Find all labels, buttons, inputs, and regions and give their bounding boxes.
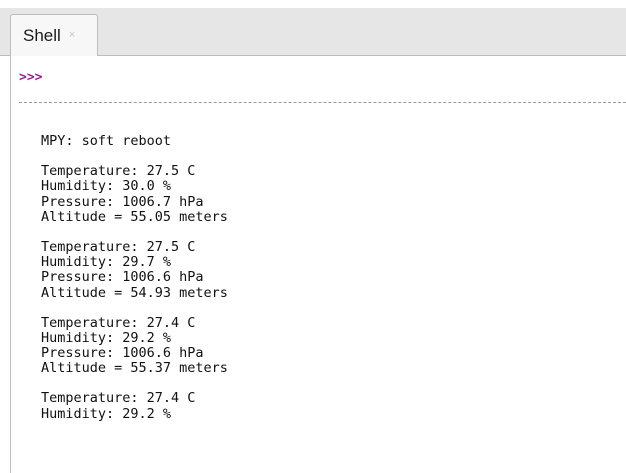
humidity-line: Humidity: 30.0 % xyxy=(41,178,172,195)
window-top-strip xyxy=(0,0,626,8)
altitude-line: Altitude = 55.37 meters xyxy=(41,360,228,377)
temperature-line: Temperature: 27.4 C xyxy=(41,314,196,331)
temperature-line: Temperature: 27.5 C xyxy=(41,163,196,180)
close-icon[interactable]: × xyxy=(69,30,75,41)
altitude-line: Altitude = 54.93 meters xyxy=(41,284,228,301)
prompt-separator xyxy=(19,102,626,103)
tab-shell[interactable]: Shell × xyxy=(10,14,98,56)
reading-block: Temperature: 27.4 C Humidity: 29.2 % xyxy=(41,390,601,422)
shell-output: MPY: soft reboot Temperature: 27.5 C Hum… xyxy=(41,133,601,422)
reading-block: Temperature: 27.5 C Humidity: 30.0 % Pre… xyxy=(41,163,601,225)
pressure-line: Pressure: 1006.6 hPa xyxy=(41,269,204,286)
tab-shell-label: Shell xyxy=(23,25,61,45)
humidity-line: Humidity: 29.2 % xyxy=(41,405,172,422)
pressure-line: Pressure: 1006.6 hPa xyxy=(41,345,204,362)
humidity-line: Humidity: 29.2 % xyxy=(41,329,172,346)
shell-prompt: >>> xyxy=(19,70,43,85)
shell-panel[interactable]: >>> MPY: soft reboot Temperature: 27.5 C… xyxy=(10,56,626,473)
temperature-line: Temperature: 27.5 C xyxy=(41,238,196,255)
reading-block: Temperature: 27.4 C Humidity: 29.2 % Pre… xyxy=(41,314,601,377)
temperature-line: Temperature: 27.4 C xyxy=(41,390,196,407)
reading-block: Temperature: 27.5 C Humidity: 29.7 % Pre… xyxy=(41,238,601,301)
humidity-line: Humidity: 29.7 % xyxy=(41,254,172,271)
reboot-message: MPY: soft reboot xyxy=(41,133,172,149)
altitude-line: Altitude = 55.05 meters xyxy=(41,208,228,225)
pressure-line: Pressure: 1006.7 hPa xyxy=(41,193,204,210)
tab-bar: Shell × xyxy=(0,8,626,56)
